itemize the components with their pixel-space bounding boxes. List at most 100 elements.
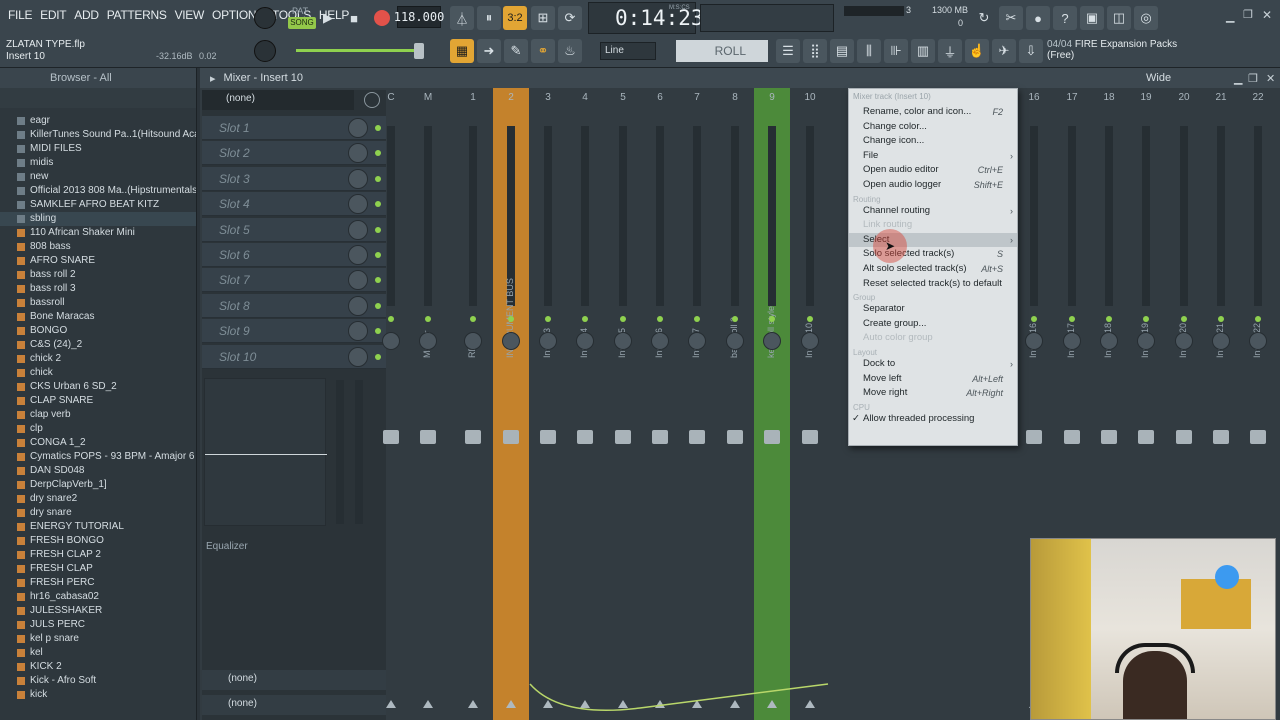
tempo-display[interactable]: 118.000 <box>394 6 444 28</box>
preset-select[interactable]: (none) <box>202 90 354 110</box>
track-enable-led[interactable] <box>1106 316 1112 322</box>
chat-button[interactable]: ◎ <box>1134 6 1158 30</box>
master-volume-slider[interactable] <box>296 49 422 52</box>
tools-button[interactable]: ✂ <box>999 6 1023 30</box>
browser-item[interactable]: midis <box>0 156 196 170</box>
track-volume-fader[interactable] <box>615 430 631 444</box>
arrow-tool[interactable]: ➜ <box>477 39 501 63</box>
track-pan-knob[interactable] <box>1100 332 1118 350</box>
track-pan-knob[interactable] <box>651 332 669 350</box>
browser-item[interactable]: FRESH CLAP 2 <box>0 548 196 562</box>
slot-mix-knob[interactable] <box>348 295 368 316</box>
track-enable-led[interactable] <box>1069 316 1075 322</box>
track-enable-led[interactable] <box>657 316 663 322</box>
browser-item[interactable]: KillerTunes Sound Pa..1(Hitsound Academy… <box>0 128 196 142</box>
menu-item[interactable]: ✓ Allow threaded processing <box>849 412 1017 426</box>
track-volume-fader[interactable] <box>1250 430 1266 444</box>
browser-item[interactable]: DAN SD048 <box>0 464 196 478</box>
mic-button[interactable]: ● <box>1026 6 1050 30</box>
menu-add[interactable]: ADD <box>70 8 102 22</box>
effect-slot[interactable]: Slot 8 <box>202 293 386 318</box>
browser-item[interactable]: MIDI FILES <box>0 142 196 156</box>
track-route-arrow-icon[interactable] <box>386 700 396 708</box>
save-button[interactable]: ▣ <box>1080 6 1104 30</box>
browser-item[interactable]: FRESH BONGO <box>0 534 196 548</box>
track-pan-knob[interactable] <box>539 332 557 350</box>
blend-notes-button[interactable]: ⊞ <box>531 6 555 30</box>
browser-item[interactable]: CONGA 1_2 <box>0 436 196 450</box>
track-pan-knob[interactable] <box>763 332 781 350</box>
close-icon[interactable]: ✕ <box>1262 8 1272 22</box>
browser-item[interactable]: 110 African Shaker Mini <box>0 226 196 240</box>
track-volume-fader[interactable] <box>1101 430 1117 444</box>
track-pan-knob[interactable] <box>614 332 632 350</box>
track-volume-fader[interactable] <box>1064 430 1080 444</box>
menu-item[interactable]: Create group... <box>849 317 1017 331</box>
playlist-button[interactable]: ☰ <box>776 39 800 63</box>
effect-slot[interactable]: Slot 10 <box>202 344 386 369</box>
track-enable-led[interactable] <box>470 316 476 322</box>
effect-slot[interactable]: Slot 3 <box>202 166 386 191</box>
audio-output-select[interactable]: (none) <box>202 695 386 715</box>
play-button[interactable]: ▶ <box>316 6 340 30</box>
browser-item[interactable]: BONGO <box>0 324 196 338</box>
menu-item[interactable]: File › <box>849 149 1017 163</box>
browser-item[interactable]: ENERGY TUTORIAL <box>0 520 196 534</box>
menu-item[interactable]: Change color... <box>849 120 1017 134</box>
mixer-track[interactable]: 8bass roll 3 <box>717 88 753 720</box>
browser-item[interactable]: bassroll <box>0 296 196 310</box>
menu-file[interactable]: FILE <box>4 8 36 22</box>
record-button[interactable] <box>374 10 390 26</box>
volume-fader-track[interactable] <box>336 380 344 524</box>
minimize-icon[interactable]: ▁ <box>1226 10 1234 23</box>
track-enable-led[interactable] <box>620 316 626 322</box>
track-enable-led[interactable] <box>694 316 700 322</box>
track-pan-knob[interactable] <box>1137 332 1155 350</box>
audio-input-select[interactable]: (none) <box>202 670 386 690</box>
mixer-track[interactable]: 9kelp roll style <box>754 88 790 720</box>
help-button[interactable]: ? <box>1053 6 1077 30</box>
browser-item[interactable]: eagr <box>0 114 196 128</box>
track-enable-led[interactable] <box>1181 316 1187 322</box>
track-pan-knob[interactable] <box>382 332 400 350</box>
menu-edit[interactable]: EDIT <box>36 8 70 22</box>
track-volume-fader[interactable] <box>1176 430 1192 444</box>
browser-item[interactable]: kick <box>0 688 196 702</box>
track-enable-led[interactable] <box>582 316 588 322</box>
piano-roll-button[interactable]: ▦ <box>450 39 474 63</box>
track-volume-fader[interactable] <box>764 430 780 444</box>
slot-mix-knob[interactable] <box>348 168 368 189</box>
mixer-track[interactable]: 6Insert 6 <box>642 88 678 720</box>
track-enable-led[interactable] <box>1143 316 1149 322</box>
snap-select[interactable]: Line <box>600 42 656 60</box>
track-volume-fader[interactable] <box>503 430 519 444</box>
track-pan-knob[interactable] <box>576 332 594 350</box>
mixer-track[interactable]: C <box>373 88 409 720</box>
menu-item[interactable]: Open audio editor Ctrl+E <box>849 163 1017 177</box>
browser-item[interactable]: dry snare <box>0 506 196 520</box>
track-pan-knob[interactable] <box>1175 332 1193 350</box>
browser-item[interactable]: DerpClapVerb_1] <box>0 478 196 492</box>
track-volume-fader[interactable] <box>802 430 818 444</box>
browser-item[interactable]: bass roll 2 <box>0 268 196 282</box>
refresh-button[interactable]: ↻ <box>972 6 996 30</box>
mixer-restore-icon[interactable]: ❐ <box>1248 72 1258 85</box>
browser-item[interactable]: AFRO SNARE <box>0 254 196 268</box>
master-pitch-knob[interactable] <box>254 40 276 62</box>
track-pan-knob[interactable] <box>502 332 520 350</box>
mixer-button[interactable]: ⫼ <box>857 39 881 63</box>
browser-item[interactable]: clap verb <box>0 408 196 422</box>
browser-button[interactable]: ▥ <box>911 39 935 63</box>
mixer-track[interactable]: 2INSTRUMENT BUS <box>493 88 529 720</box>
track-pan-knob[interactable] <box>688 332 706 350</box>
track-pan-knob[interactable] <box>726 332 744 350</box>
track-route-arrow-icon[interactable] <box>506 700 516 708</box>
track-enable-led[interactable] <box>508 316 514 322</box>
browser-item[interactable]: JULESSHAKER <box>0 604 196 618</box>
link-tool[interactable]: ⚭ <box>531 39 555 63</box>
download-button[interactable]: ⇩ <box>1019 39 1043 63</box>
slot-mix-knob[interactable] <box>348 321 368 342</box>
mixer-track[interactable]: 5Insert 5 <box>605 88 641 720</box>
mixer-track[interactable]: 4Insert 4 <box>567 88 603 720</box>
browser-item[interactable]: sbling <box>0 212 196 226</box>
